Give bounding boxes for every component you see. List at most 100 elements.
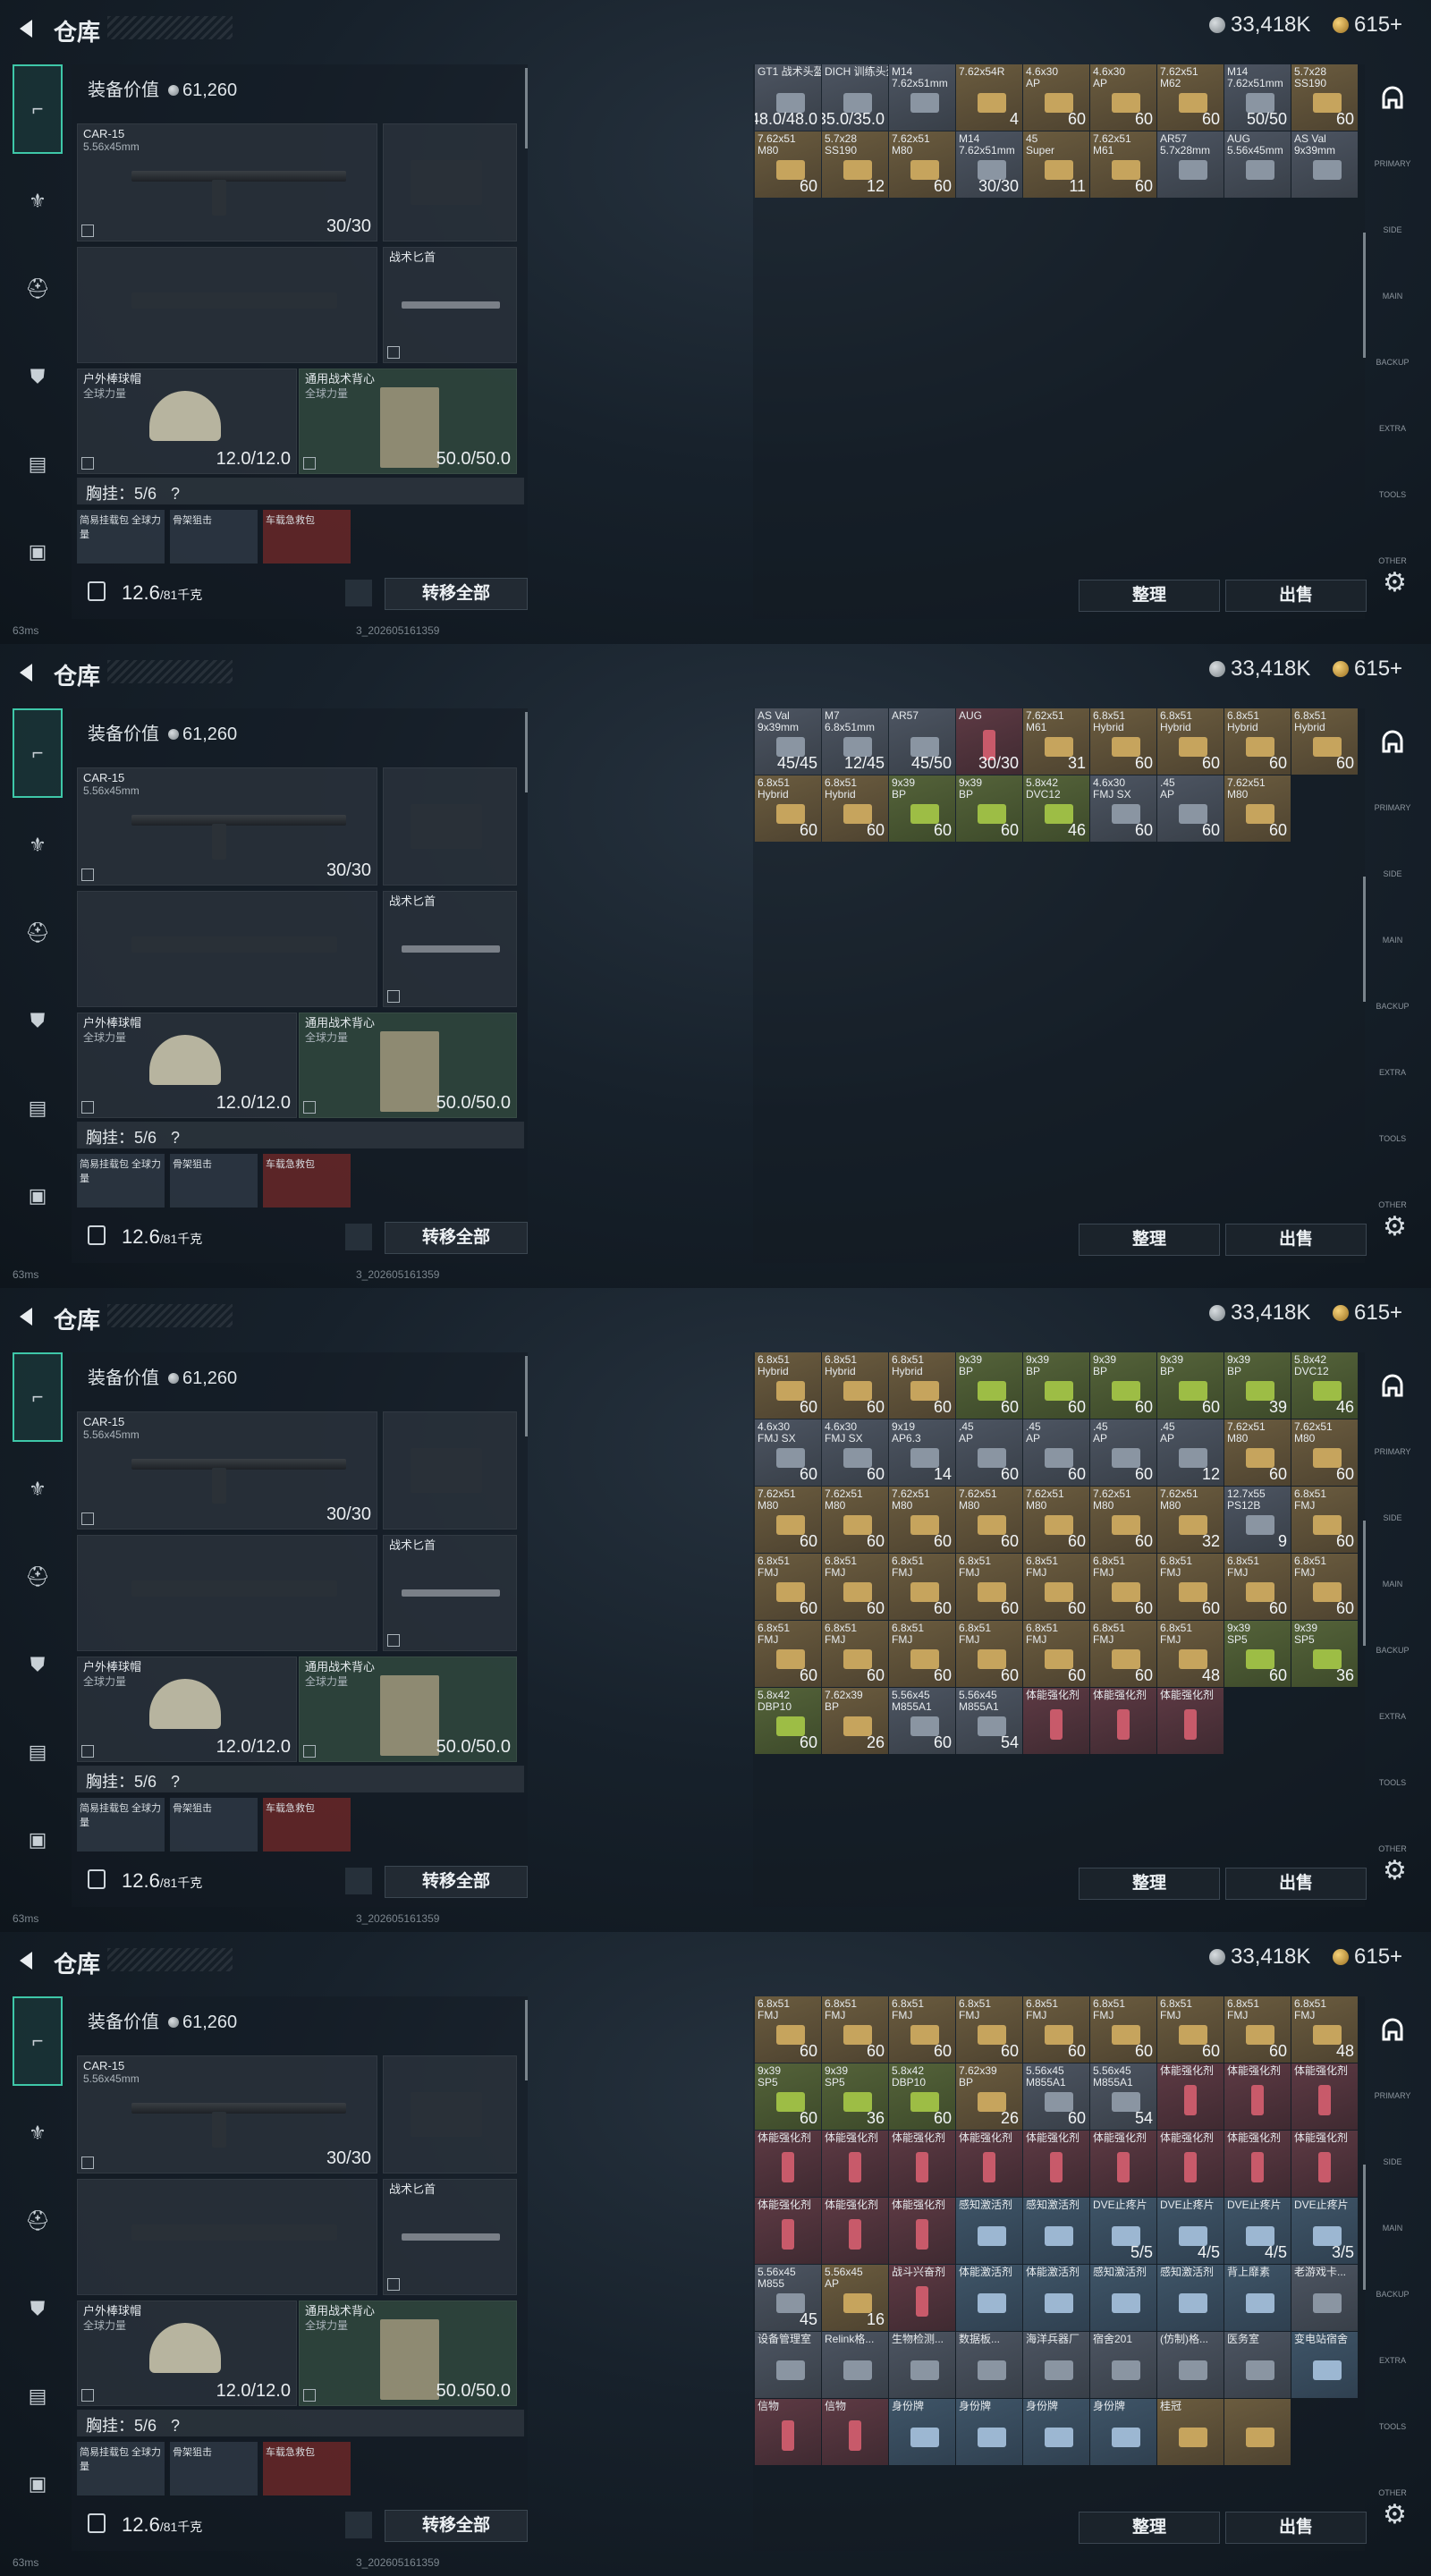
primary-weapon-slot[interactable]: CAR-15 5.56x45mm 30/30 <box>77 2055 377 2174</box>
storage-tab[interactable]: SIDE <box>1368 197 1417 263</box>
nav-tab-backpack[interactable]: ⛊ <box>13 336 63 417</box>
storage-item[interactable]: 9x39 BP 60 <box>956 1352 1022 1419</box>
storage-item[interactable]: 5.56x45 AP 16 <box>822 2265 888 2331</box>
storage-item[interactable]: 6.8x51 FMJ 60 <box>1090 1996 1156 2063</box>
storage-item[interactable]: 感知激活剂 <box>1157 2265 1224 2331</box>
storage-item[interactable]: 6.8x51 FMJ 60 <box>1023 1554 1089 1620</box>
storage-tab[interactable]: SIDE <box>1368 841 1417 907</box>
storage-item[interactable]: 6.8x51 FMJ 60 <box>956 1996 1022 2063</box>
storage-tab[interactable]: PRIMARY <box>1368 775 1417 841</box>
pistol-slot[interactable] <box>383 123 517 242</box>
storage-item[interactable]: AS Val 9x39mm <box>1291 131 1358 198</box>
secondary-weapon-slot[interactable] <box>77 891 377 1007</box>
storage-item[interactable]: 6.8x51 FMJ 60 <box>1291 1487 1358 1553</box>
storage-item[interactable]: 体能强化剂 <box>1291 2063 1358 2130</box>
chest-item[interactable]: 简易挂载包 全球力量 <box>77 2442 165 2496</box>
storage-item[interactable]: 6.8x51 FMJ 60 <box>889 1554 955 1620</box>
storage-item[interactable]: 6.8x51 FMJ 60 <box>755 1554 821 1620</box>
armor-slot[interactable]: 通用战术背心 全球力量 50.0/50.0 <box>299 1657 517 1762</box>
storage-item[interactable]: 9x39 SP5 36 <box>822 2063 888 2130</box>
storage-item[interactable]: 生物检测... <box>889 2332 955 2398</box>
chest-item[interactable]: 骨架狙击 <box>170 1154 258 1208</box>
loadout-scrollbar[interactable] <box>525 712 528 792</box>
storage-item[interactable]: 7.62x51 M80 60 <box>956 1487 1022 1553</box>
nav-tab-pistol[interactable]: ⌐ <box>13 708 63 798</box>
storage-scrollbar[interactable] <box>1363 233 1366 358</box>
nav-tab-case[interactable]: ▣ <box>13 1156 63 1236</box>
storage-item[interactable]: 体能强化剂 <box>889 2131 955 2197</box>
storage-item[interactable]: 体能强化剂 <box>1291 2131 1358 2197</box>
sort-button[interactable]: 整理 <box>1079 2512 1220 2544</box>
storage-tab[interactable]: TOOLS <box>1368 2394 1417 2460</box>
storage-item[interactable]: 6.8x51 Hybrid 60 <box>755 775 821 842</box>
help-icon[interactable]: ? <box>171 1129 180 1147</box>
storage-item[interactable]: 7.62x39 BP 26 <box>956 2063 1022 2130</box>
storage-item[interactable]: 体能强化剂 <box>1157 2131 1224 2197</box>
storage-item[interactable]: 感知激活剂 <box>1023 2198 1089 2264</box>
storage-item[interactable]: 设备管理室 <box>755 2332 821 2398</box>
storage-tab[interactable]: MAIN <box>1368 1551 1417 1617</box>
storage-item[interactable]: M7 6.8x51mm 12/45 <box>822 708 888 775</box>
storage-item[interactable]: 5.8x42 DBP10 60 <box>755 1688 821 1754</box>
chest-item[interactable]: 车载急救包 <box>263 510 351 564</box>
storage-item[interactable]: 体能强化剂 <box>1224 2131 1291 2197</box>
list-view-icon[interactable] <box>345 1868 372 1894</box>
chest-rig-bar[interactable]: 胸挂：5/6? <box>77 1122 524 1148</box>
chest-item[interactable]: 骨架狙击 <box>170 2442 258 2496</box>
storage-item[interactable]: 4.6x30 FMJ SX 60 <box>1090 775 1156 842</box>
storage-item[interactable]: 身份牌 <box>889 2399 955 2465</box>
storage-item[interactable]: 体能强化剂 <box>1224 2063 1291 2130</box>
armor-slot[interactable]: 通用战术背心 全球力量 50.0/50.0 <box>299 1013 517 1118</box>
storage-item[interactable]: DVE止疼片 4/5 <box>1224 2198 1291 2264</box>
storage-item[interactable]: 9x39 BP 60 <box>1157 1352 1224 1419</box>
storage-tab[interactable]: TOOLS <box>1368 1106 1417 1172</box>
storage-tab[interactable]: EXTRA <box>1368 1039 1417 1106</box>
loadout-scrollbar[interactable] <box>525 2000 528 2080</box>
nav-tab-case[interactable]: ▣ <box>13 512 63 592</box>
help-icon[interactable]: ? <box>171 1773 180 1791</box>
storage-item[interactable]: 身份牌 <box>956 2399 1022 2465</box>
chest-item[interactable]: 骨架狙击 <box>170 1798 258 1852</box>
knife-slot[interactable]: 战术匕首 <box>383 2179 517 2295</box>
storage-tab[interactable]: MAIN <box>1368 263 1417 329</box>
chest-item[interactable]: 骨架狙击 <box>170 510 258 564</box>
storage-item[interactable]: .45 AP 60 <box>1023 1419 1089 1486</box>
list-view-icon[interactable] <box>345 1224 372 1250</box>
storage-item[interactable]: 信物 <box>755 2399 821 2465</box>
storage-item[interactable]: 6.8x51 FMJ 60 <box>1023 1621 1089 1687</box>
storage-item[interactable]: .45 AP 12 <box>1157 1419 1224 1486</box>
chest-item[interactable]: 车载急救包 <box>263 1798 351 1852</box>
storage-item[interactable]: AS Val 9x39mm 45/45 <box>755 708 821 775</box>
storage-item[interactable]: 12.7x55 PS12B 9 <box>1224 1487 1291 1553</box>
nav-tab-backpack[interactable]: ⛊ <box>13 1624 63 1705</box>
storage-item[interactable]: 6.8x51 FMJ 48 <box>1291 1996 1358 2063</box>
storage-item[interactable]: 6.8x51 FMJ 60 <box>1090 1621 1156 1687</box>
nav-tab-vest[interactable]: ▤ <box>13 424 63 504</box>
knife-slot[interactable]: 战术匕首 <box>383 891 517 1007</box>
gold-currency[interactable]: 615+ <box>1333 13 1402 38</box>
armor-slot[interactable]: 通用战术背心 全球力量 50.0/50.0 <box>299 2301 517 2406</box>
settings-gear-icon[interactable]: ⚙ <box>1383 1211 1407 1242</box>
storage-item[interactable]: 7.62x51 M80 32 <box>1157 1487 1224 1553</box>
storage-item[interactable]: .45 AP 60 <box>1157 775 1224 842</box>
nav-tab-pistol[interactable]: ⌐ <box>13 1352 63 1442</box>
storage-item[interactable]: 9x39 SP5 60 <box>755 2063 821 2130</box>
nav-tab-helmet[interactable]: ⛑ <box>13 2181 63 2261</box>
sell-button[interactable]: 出售 <box>1225 1868 1367 1900</box>
storage-item[interactable]: 6.8x51 FMJ 60 <box>1023 1996 1089 2063</box>
storage-item[interactable]: 9x19 AP6.3 14 <box>889 1419 955 1486</box>
storage-item[interactable]: 7.62x51 M62 60 <box>1157 64 1224 131</box>
storage-item[interactable]: 5.7x28 SS190 60 <box>1291 64 1358 131</box>
storage-home-icon[interactable] <box>1368 1352 1417 1419</box>
storage-item[interactable]: 体能激活剂 <box>1023 2265 1089 2331</box>
storage-item[interactable]: 6.8x51 FMJ 48 <box>1157 1621 1224 1687</box>
storage-item[interactable]: M14 7.62x51mm 30/30 <box>956 131 1022 198</box>
storage-item[interactable]: 4.6x30 FMJ SX 60 <box>755 1419 821 1486</box>
chest-rig-bar[interactable]: 胸挂：5/6? <box>77 478 524 504</box>
sell-button[interactable]: 出售 <box>1225 1224 1367 1256</box>
storage-item[interactable]: 5.56x45 M855A1 60 <box>889 1688 955 1754</box>
help-icon[interactable]: ? <box>171 2417 180 2435</box>
storage-tab[interactable]: MAIN <box>1368 2195 1417 2261</box>
nav-tab-armor[interactable]: ⚜ <box>13 2093 63 2174</box>
storage-item[interactable]: 7.62x51 M80 60 <box>755 1487 821 1553</box>
